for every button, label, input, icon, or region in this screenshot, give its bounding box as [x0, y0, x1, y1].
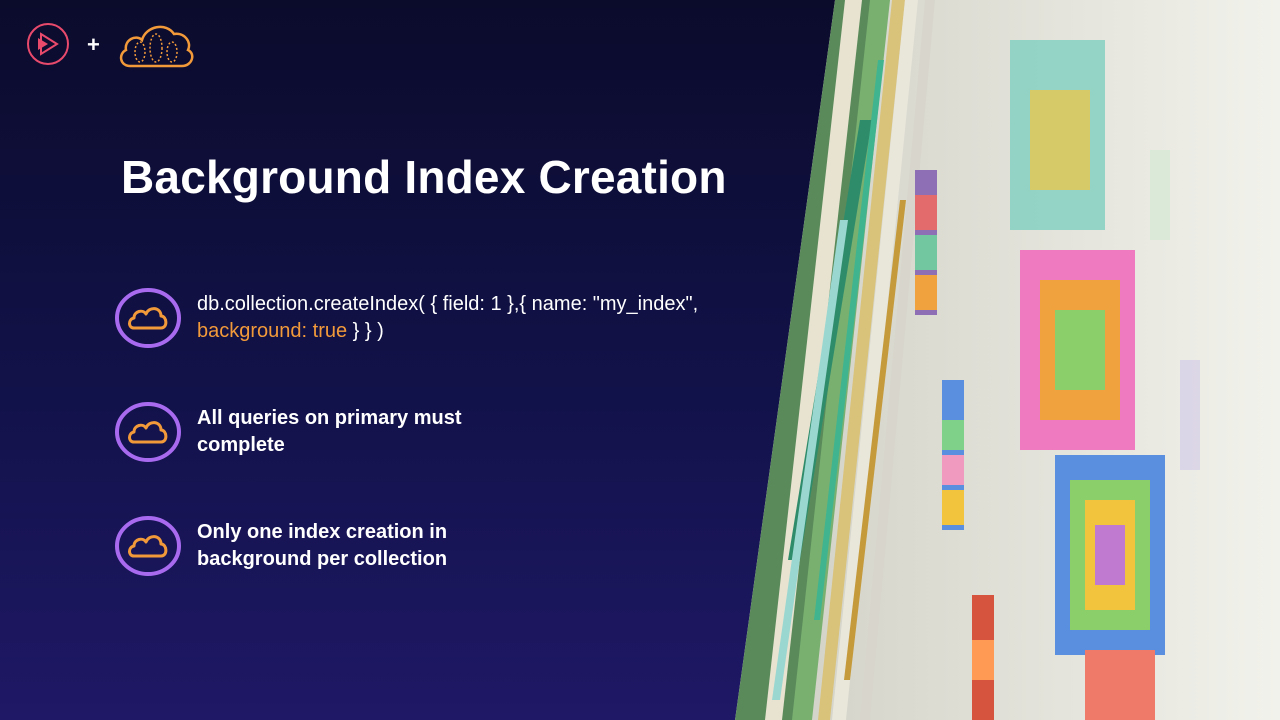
bullet-text: Only one index creation in background pe…: [197, 521, 448, 570]
code-suffix: } } ): [347, 320, 384, 342]
color-swatch-photo: [735, 0, 1280, 720]
bullet-text: db.collection.createIndex( { field: 1 },…: [197, 291, 797, 345]
bullet-text: All queries on primary must complete: [197, 407, 462, 456]
cloud-bullet-icon: [115, 516, 181, 576]
pluralsight-play-icon: [27, 23, 69, 65]
cloud-icon: [119, 25, 194, 68]
code-highlight: background: true: [197, 320, 348, 342]
code-text: db.collection.createIndex( { field: 1 },…: [197, 293, 699, 315]
cloud-bullet-icon: [115, 288, 181, 348]
logo-separator: +: [87, 32, 100, 57]
cloud-bullet-icon: [115, 402, 181, 462]
slide-title: Background Index Creation: [121, 151, 727, 203]
